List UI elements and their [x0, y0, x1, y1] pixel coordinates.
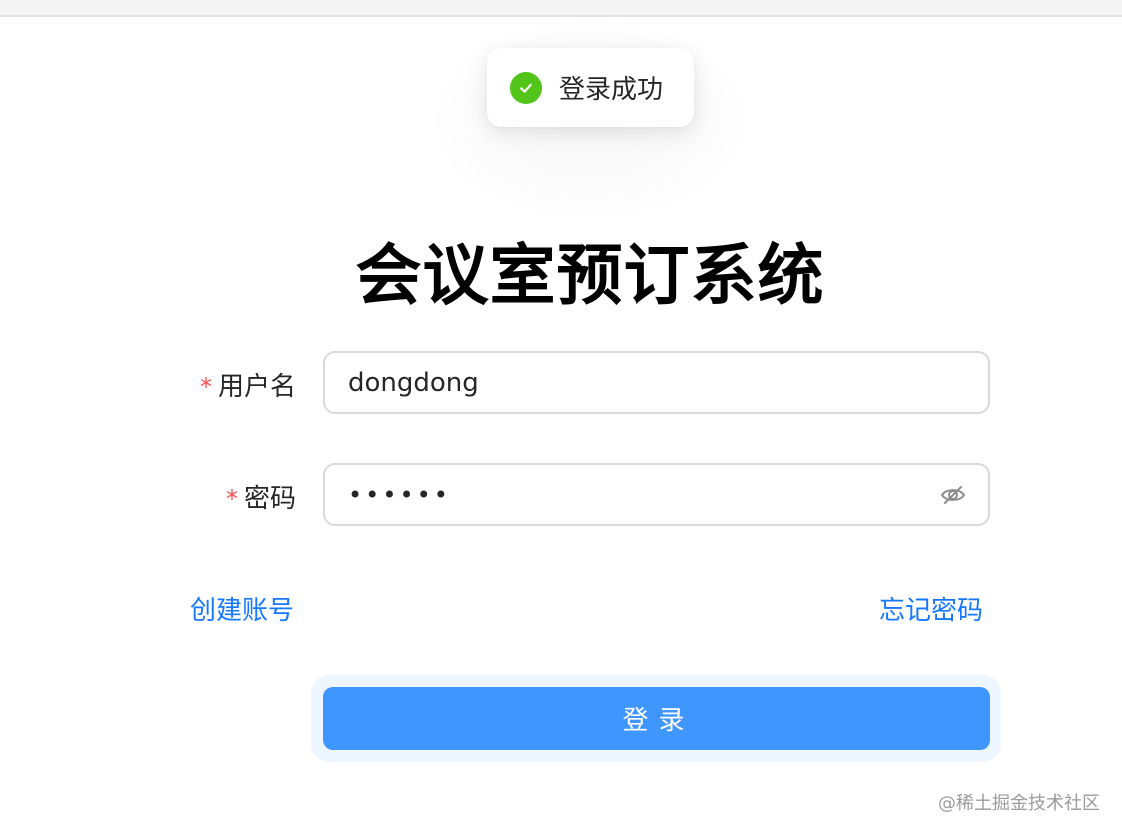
top-bar: [0, 0, 1122, 17]
username-field[interactable]: [323, 351, 990, 414]
required-mark: *: [225, 485, 238, 513]
watermark: @稀土掘金技术社区: [938, 793, 1100, 814]
password-label-text: 密码: [243, 484, 296, 514]
required-mark: *: [199, 373, 212, 401]
password-input[interactable]: [348, 480, 938, 509]
page-title: 会议室预订系统: [355, 237, 825, 314]
forgot-password-link[interactable]: 忘记密码: [879, 590, 983, 627]
check-circle-icon: [510, 71, 542, 104]
login-button[interactable]: 登录: [323, 687, 990, 750]
username-label-text: 用户名: [217, 372, 296, 402]
toast-message: 登录成功: [559, 75, 664, 105]
create-account-link[interactable]: 创建账号: [190, 590, 294, 627]
username-input[interactable]: [348, 367, 968, 398]
eye-invisible-icon[interactable]: [938, 480, 968, 510]
password-field[interactable]: [323, 463, 990, 526]
password-label: * 密码: [160, 478, 296, 515]
username-label: * 用户名: [160, 366, 296, 403]
success-toast: 登录成功: [487, 48, 694, 127]
